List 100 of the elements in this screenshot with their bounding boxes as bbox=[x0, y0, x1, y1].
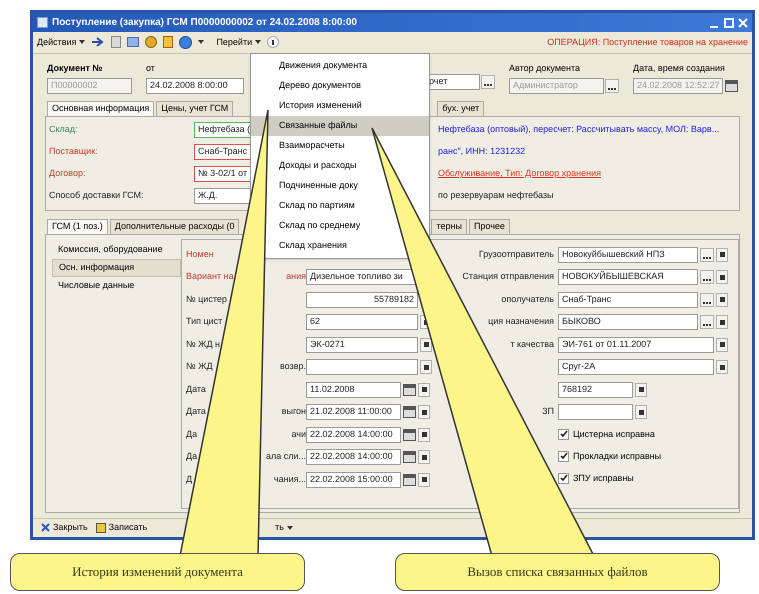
field-label: Номен bbox=[186, 248, 214, 261]
text-field[interactable]: 22.02.2008 14:00:00 bbox=[306, 449, 401, 466]
arrow-icon[interactable] bbox=[91, 36, 106, 48]
clear-icon[interactable] bbox=[418, 450, 430, 464]
ellipsis-icon[interactable] bbox=[700, 270, 714, 284]
info-link[interactable]: ранс", ИНН: 1231232 bbox=[438, 145, 526, 159]
field-label: Поставщик: bbox=[49, 145, 99, 158]
field-label: ЗП bbox=[542, 405, 554, 418]
section-item[interactable]: Числовые данные bbox=[52, 276, 181, 295]
menu-item[interactable]: Движения документа bbox=[251, 56, 429, 76]
callout: История изменений документа bbox=[10, 553, 305, 591]
text-field[interactable]: Нефтебаза ( bbox=[194, 122, 252, 138]
tab[interactable]: Основная информация bbox=[47, 100, 154, 116]
caret-icon bbox=[79, 40, 86, 44]
save-button[interactable]: Записать bbox=[96, 521, 148, 535]
clear-icon[interactable] bbox=[635, 405, 647, 420]
tab[interactable]: Прочее bbox=[468, 218, 510, 234]
tab[interactable]: терны bbox=[431, 218, 467, 234]
ellipsis-icon[interactable] bbox=[700, 248, 714, 262]
tab[interactable]: Дополнительные расходы (0 bbox=[110, 218, 240, 234]
menu-item[interactable]: Связанные файлы bbox=[251, 116, 429, 136]
info-link[interactable]: Нефтебаза (оптовый), пересчет: Рассчитывать массу, МОЛ: Варв... bbox=[438, 123, 720, 137]
text-field[interactable]: 22.02.2008 14:00:00 bbox=[306, 426, 401, 443]
clear-icon[interactable] bbox=[418, 472, 430, 487]
tab[interactable]: ГСМ (1 поз.) bbox=[47, 218, 108, 234]
page-icon[interactable] bbox=[111, 36, 122, 48]
maximize-icon[interactable] bbox=[724, 18, 734, 28]
author-label: Автор документа bbox=[509, 62, 582, 75]
field-label: ачи bbox=[291, 428, 306, 441]
text-field[interactable]: Ж.Д. bbox=[194, 188, 252, 204]
text-field[interactable]: 768192 bbox=[558, 382, 633, 398]
date-field[interactable]: 24.02.2008 8:00:00 bbox=[146, 78, 244, 94]
text-field[interactable] bbox=[306, 359, 418, 376]
info-link[interactable]: Обслуживание, Тип: Договор хранения bbox=[438, 167, 601, 181]
clear-icon[interactable] bbox=[716, 360, 728, 374]
clear-icon[interactable] bbox=[716, 248, 728, 262]
text-field[interactable]: 11.02.2008 bbox=[306, 382, 401, 398]
clear-icon[interactable] bbox=[635, 382, 647, 397]
text-field[interactable]: 22.02.2008 15:00:00 bbox=[306, 472, 401, 488]
close-button[interactable]: Закрыть bbox=[41, 521, 88, 535]
text-field[interactable]: 62 bbox=[306, 314, 418, 330]
text-field[interactable]: БЫКОВО bbox=[558, 314, 698, 330]
clear-icon[interactable] bbox=[716, 270, 728, 284]
text-field[interactable]: № 3-02/1 от bbox=[194, 166, 252, 182]
goto-menu-button[interactable]: Перейти bbox=[216, 36, 262, 50]
field-label: выгон bbox=[282, 405, 306, 418]
calendar-icon[interactable] bbox=[403, 406, 416, 418]
ellipsis-icon[interactable] bbox=[700, 315, 714, 330]
text-field[interactable]: Сруг-2А bbox=[558, 359, 714, 376]
text-field[interactable] bbox=[558, 404, 633, 420]
clear-icon[interactable] bbox=[716, 292, 728, 307]
close-icon[interactable] bbox=[738, 18, 748, 28]
clear-icon[interactable] bbox=[420, 338, 432, 352]
clear-icon[interactable] bbox=[716, 315, 728, 330]
ellipsis-icon[interactable] bbox=[605, 79, 619, 94]
section-item[interactable]: Осн. информация bbox=[52, 258, 181, 277]
menu-item[interactable]: История изменений bbox=[251, 96, 429, 116]
ellipsis-icon[interactable] bbox=[481, 74, 495, 89]
page-icon[interactable] bbox=[127, 37, 140, 48]
calendar-icon[interactable] bbox=[403, 451, 416, 464]
text-field[interactable]: Дизельное топливо зи bbox=[306, 269, 418, 286]
calendar-icon[interactable] bbox=[725, 80, 738, 92]
field-label: Да bbox=[186, 428, 198, 441]
field-label: Дата bbox=[186, 405, 206, 418]
text-field[interactable]: НОВОКУЙБЫШЕВСКАЯ bbox=[558, 269, 698, 286]
help-icon[interactable] bbox=[267, 36, 280, 48]
text-field[interactable]: ЭК-0271 bbox=[306, 336, 418, 353]
text-field[interactable]: 21.02.2008 11:00:00 bbox=[306, 404, 401, 420]
operation-label: ОПЕРАЦИЯ: Поступление товаров на хранение bbox=[547, 36, 748, 49]
window-title: Поступление (закупка) ГСМ П0000000002 от 24.02.2008 8:00:00 bbox=[52, 16, 357, 30]
tab[interactable]: бух. учет bbox=[437, 100, 484, 116]
field-label: Договор: bbox=[49, 167, 86, 180]
checkbox[interactable] bbox=[558, 472, 569, 484]
text-field[interactable]: Снаб-Транс bbox=[558, 292, 698, 308]
clear-icon[interactable] bbox=[420, 360, 432, 374]
clear-icon[interactable] bbox=[418, 428, 430, 442]
clear-icon[interactable] bbox=[418, 382, 430, 397]
ellipsis-icon[interactable] bbox=[700, 292, 714, 307]
clear-icon[interactable] bbox=[716, 338, 728, 352]
checkbox[interactable] bbox=[558, 428, 569, 440]
field-label: Грузоотправитель bbox=[478, 248, 554, 261]
calendar-icon[interactable] bbox=[403, 384, 416, 396]
tab[interactable]: Цены, учет ГСМ bbox=[156, 100, 234, 116]
field-label: т качества bbox=[510, 338, 554, 351]
print-button[interactable]: ть bbox=[275, 521, 293, 535]
calendar-icon[interactable] bbox=[403, 428, 416, 441]
calendar-icon[interactable] bbox=[403, 474, 416, 486]
menu-item[interactable]: Взаиморасчеты bbox=[251, 136, 429, 156]
actions-menu[interactable]: Действия bbox=[37, 36, 86, 50]
checkbox[interactable] bbox=[558, 450, 569, 462]
section-item[interactable]: Комиссия, оборудование bbox=[52, 240, 181, 259]
text-field[interactable]: 55789182 bbox=[306, 292, 418, 308]
text-field[interactable]: Снаб-Транс bbox=[194, 144, 252, 160]
menu-item[interactable]: Доходы и расходы bbox=[251, 156, 429, 176]
field-label: ополучатель bbox=[501, 292, 554, 306]
text-field[interactable]: ЭИ-761 от 01.11.2007 bbox=[558, 336, 714, 353]
clear-icon[interactable] bbox=[418, 405, 430, 420]
caret-icon bbox=[286, 526, 293, 530]
menu-item[interactable]: Подчиненные доку bbox=[251, 176, 429, 196]
text-field[interactable]: Новокуйбышевский НПЗ bbox=[558, 246, 698, 263]
